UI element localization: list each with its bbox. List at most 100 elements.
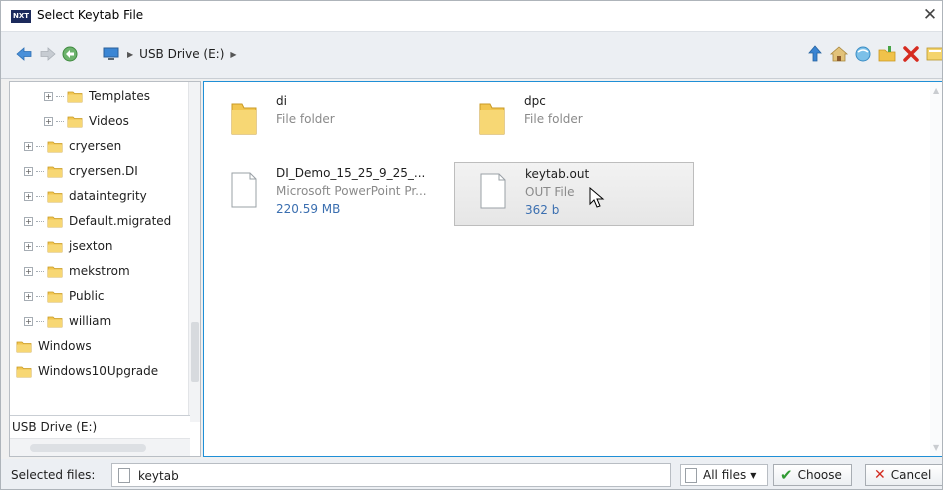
expand-icon[interactable]: + xyxy=(44,116,53,126)
scroll-up-icon[interactable]: ▲ xyxy=(933,86,939,95)
file-icon xyxy=(231,172,257,208)
choose-label: Choose xyxy=(797,468,842,482)
file-type: Microsoft PowerPoint Pr... xyxy=(276,184,427,198)
choose-button[interactable]: ✔ Choose xyxy=(773,464,852,486)
folder-icon xyxy=(47,266,63,278)
tree-item[interactable]: + william xyxy=(24,310,111,332)
tree-item-label: cryersen.DI xyxy=(69,164,138,178)
tree-item-label: Videos xyxy=(89,114,129,128)
delete-icon[interactable] xyxy=(901,44,921,64)
breadcrumb-separator-icon: ▶ xyxy=(127,49,134,59)
tree-connector xyxy=(36,295,44,297)
tree-item-label: Windows xyxy=(38,339,92,353)
folder-tile[interactable]: di File folder xyxy=(206,90,446,154)
expand-icon[interactable]: + xyxy=(24,191,33,201)
expand-icon[interactable]: + xyxy=(24,166,33,176)
document-icon xyxy=(685,467,697,483)
expand-icon[interactable]: + xyxy=(24,291,33,301)
app-logo: NXT xyxy=(11,10,31,23)
tree-connector xyxy=(56,120,64,122)
selected-files-field[interactable] xyxy=(111,463,671,487)
expand-icon[interactable]: + xyxy=(24,141,33,151)
folder-icon xyxy=(16,366,32,378)
tree-vertical-scrollbar[interactable] xyxy=(188,82,200,422)
tree-item-label: dataintegrity xyxy=(69,189,147,203)
tree-connector xyxy=(36,195,44,197)
bottom-bar: Selected files: All files ▼ ✔ Choose ✕ C… xyxy=(1,459,942,489)
tree-item-label: william xyxy=(69,314,112,328)
file-filter-dropdown[interactable]: All files ▼ xyxy=(680,464,768,486)
folder-icon xyxy=(47,191,63,203)
view-mode-icon[interactable] xyxy=(925,44,943,64)
expand-icon[interactable]: + xyxy=(44,91,53,101)
refresh-icon[interactable] xyxy=(61,45,79,63)
document-icon xyxy=(118,468,130,483)
expand-icon[interactable]: + xyxy=(24,241,33,251)
tree-connector xyxy=(36,170,44,172)
tree-item[interactable]: + mekstrom xyxy=(24,260,130,282)
tree-connector xyxy=(36,270,44,272)
folder-icon xyxy=(47,166,63,178)
expand-icon[interactable]: + xyxy=(24,266,33,276)
close-icon[interactable]: ✕ xyxy=(920,3,940,27)
folder-icon xyxy=(47,241,63,253)
file-icon xyxy=(480,173,506,209)
tree-item[interactable]: + Videos xyxy=(44,110,129,132)
file-size: 362 b xyxy=(525,203,560,217)
folder-icon xyxy=(47,216,63,228)
folder-icon xyxy=(47,291,63,303)
breadcrumb-item-usb-drive[interactable]: USB Drive (E:) xyxy=(139,47,224,61)
forward-arrow-icon[interactable] xyxy=(39,45,57,63)
folder-icon xyxy=(16,341,32,353)
tree-current-location: USB Drive (E:) xyxy=(10,415,190,437)
tree-item[interactable]: Windows10Upgrade xyxy=(16,360,158,382)
back-arrow-icon[interactable] xyxy=(15,45,33,63)
tree-item[interactable]: + jsexton xyxy=(24,235,113,257)
tree-item[interactable]: + cryersen.DI xyxy=(24,160,138,182)
computer-icon[interactable] xyxy=(103,47,119,61)
tree-item[interactable]: + Templates xyxy=(44,85,150,107)
breadcrumb-separator-icon[interactable]: ▶ xyxy=(230,50,236,59)
folder-icon xyxy=(47,316,63,328)
folder-tree[interactable]: + Templates + Videos + cryersen + cryersen.DI + d… xyxy=(9,81,201,457)
tree-item-label: Default.migrated xyxy=(69,214,172,228)
file-type: OUT File xyxy=(525,185,575,199)
cancel-label: Cancel xyxy=(890,468,932,482)
tree-item[interactable]: + Public xyxy=(24,285,105,307)
tree-connector xyxy=(36,245,44,247)
tree-horizontal-scrollbar[interactable] xyxy=(10,438,190,456)
tree-item[interactable]: + Default.migrated xyxy=(24,210,171,232)
selected-files-input[interactable] xyxy=(138,467,658,484)
file-size: 220.59 MB xyxy=(276,202,341,216)
folder-icon xyxy=(47,141,63,153)
expand-icon[interactable]: + xyxy=(24,216,33,226)
file-type: File folder xyxy=(524,112,583,126)
cancel-x-icon: ✕ xyxy=(874,467,886,483)
file-name: di xyxy=(276,94,287,108)
tree-connector xyxy=(36,145,44,147)
title-bar: NXT Select Keytab File ✕ xyxy=(1,1,942,31)
tree-item[interactable]: Windows xyxy=(16,335,92,357)
tree-item[interactable]: + cryersen xyxy=(24,135,121,157)
file-list-scrollbar[interactable]: ▲ ▼ xyxy=(930,82,942,456)
file-tile[interactable]: keytab.out OUT File 362 b xyxy=(454,162,694,226)
file-type: File folder xyxy=(276,112,335,126)
tree-item-label: mekstrom xyxy=(69,264,130,278)
breadcrumb: ▶ USB Drive (E:) ▶ xyxy=(103,45,243,63)
up-folder-icon[interactable] xyxy=(805,44,825,64)
tree-connector xyxy=(36,220,44,222)
tree-item-label: Templates xyxy=(89,89,151,103)
file-tile[interactable]: DI_Demo_15_25_9_25_... Microsoft PowerPoi… xyxy=(206,162,446,226)
home-icon[interactable] xyxy=(829,44,849,64)
file-list[interactable]: di File folder dpc File folder DI_Demo_15_25… xyxy=(203,81,942,457)
folder-icon xyxy=(479,103,505,135)
network-icon[interactable] xyxy=(853,44,873,64)
cancel-button[interactable]: ✕ Cancel xyxy=(865,464,942,486)
tree-scroll-thumb[interactable] xyxy=(191,322,199,382)
scroll-down-icon[interactable]: ▼ xyxy=(933,443,939,452)
folder-tile[interactable]: dpc File folder xyxy=(454,90,694,154)
new-folder-icon[interactable] xyxy=(877,44,897,64)
tree-hscroll-thumb[interactable] xyxy=(30,444,146,452)
tree-item[interactable]: + dataintegrity xyxy=(24,185,147,207)
expand-icon[interactable]: + xyxy=(24,316,33,326)
